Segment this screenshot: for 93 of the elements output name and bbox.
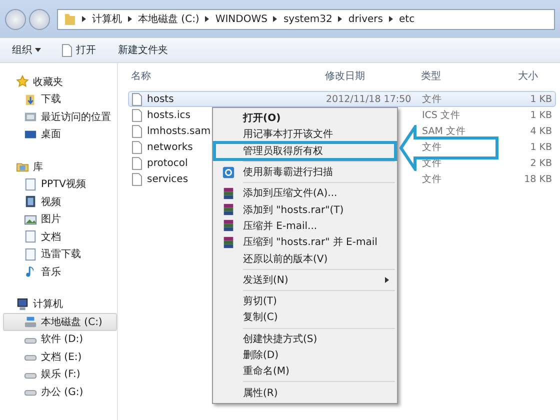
doc-icon [24,248,37,261]
menu-item[interactable]: 管理员取得所有权 [215,142,395,159]
sidebar-item[interactable]: 文档 [3,228,117,246]
sidebar-item[interactable]: 视频 [3,193,117,210]
breadcrumb[interactable]: system32 [283,14,332,24]
address-bar[interactable]: 计算机 本地磁盘 (C:) WINDOWS system32 drivers etc [57,8,555,30]
menu-item[interactable]: 发送到(N) [215,272,395,288]
computer-icon [16,298,29,311]
star-icon [16,75,29,88]
sidebar-item[interactable]: 迅雷下载 [3,246,117,263]
type-cell-text: 文件 [421,92,443,106]
folder-icon [64,12,76,26]
column-header[interactable]: 类型 [418,69,510,83]
shield-icon [222,166,234,179]
type-cell-text: ICS 文件 [421,108,462,122]
sidebar-item[interactable]: 音乐 [3,263,117,280]
sidebar-group[interactable]: 收藏夹 [3,73,117,90]
arrow-icon [399,125,501,171]
sidebar-item[interactable]: 最近访问的位置 [3,108,117,126]
size-cell-text: 18 KB [523,174,553,184]
doc-icon [24,230,37,244]
file-name[interactable]: hosts.ics [147,110,190,120]
file-icon [132,108,142,122]
sidebar-group[interactable]: 计算机 [3,296,117,313]
menu-item[interactable]: 使用新毒霸进行扫描 [215,164,395,180]
breadcrumb[interactable]: drivers [348,14,383,24]
type-cell-text: SAM 文件 [421,124,467,138]
forward-button[interactable] [29,8,50,30]
download-icon [24,92,37,106]
archive-icon [222,186,234,200]
size-cell-text: 4 KB [529,126,553,136]
menu-item[interactable]: 压缩到 "hosts.rar" 并 E-mail [215,234,395,250]
file-name[interactable]: services [147,174,188,184]
doc-icon [24,178,37,191]
size-cell-text: 1 KB [529,142,553,152]
menu-item[interactable]: 用记事本打开该文件 [215,126,395,143]
menu-item[interactable]: 重命名(M) [215,363,395,380]
file-icon [132,172,142,186]
file-icon [132,156,142,170]
menu-item[interactable]: 属性(R) [215,384,395,401]
menu-item[interactable]: 压缩并 E-mail... [215,218,395,234]
archive-icon [222,236,234,249]
column-header[interactable]: 大小 [510,69,560,83]
file-icon [132,92,142,106]
file-name[interactable]: hosts [147,94,174,104]
column-header[interactable]: 名称 [128,69,322,83]
image-icon [24,212,37,226]
date-cell-text: 2012/11/18 17:50 [325,94,412,104]
file-icon [132,140,142,154]
archive-icon [222,219,234,232]
sysdrive-icon [24,315,37,328]
sidebar-item[interactable]: 娱乐 (F:) [3,366,117,383]
size-cell-text: 1 KB [529,110,553,120]
recent-icon [24,110,37,124]
type-cell-text: 文件 [421,140,443,154]
film-icon [24,195,37,208]
column-header[interactable]: 修改日期 [322,69,418,83]
organize-button[interactable]: 组织 [12,43,40,57]
sidebar-item[interactable]: 办公 (G:) [3,383,117,400]
menu-item[interactable]: 创建快捷方式(S) [215,330,395,347]
type-cell-text: 文件 [421,172,443,186]
menu-item[interactable]: 添加到 "hosts.rar"(T) [215,201,395,218]
back-button[interactable] [5,8,26,30]
selected-file-row[interactable]: hosts 2012/11/18 17:50 文件 1 KB [128,91,556,107]
sidebar-item[interactable]: 下载 [3,90,117,108]
new-folder-button[interactable]: 新建文件夹 [118,43,168,57]
size-cell-text: 1 KB [529,94,553,104]
menu-item[interactable]: 复制(C) [215,309,395,326]
sidebar-item[interactable]: 软件 (D:) [3,330,117,348]
size-cell-text: 2 KB [529,158,553,168]
breadcrumb[interactable]: etc [399,14,415,24]
breadcrumb[interactable]: WINDOWS [215,14,268,24]
sidebar-item[interactable]: 桌面 [3,126,117,143]
file-icon [62,44,72,56]
sidebar-item[interactable]: 图片 [3,210,117,228]
sidebar-item[interactable]: 本地磁盘 (C:) [3,313,117,330]
file-icon [132,124,142,138]
sidebar-item[interactable]: PPTV视频 [3,176,117,193]
breadcrumb[interactable]: 计算机 [92,12,122,26]
file-name[interactable]: networks [147,142,193,152]
sidebar-group[interactable]: 库 [3,158,117,176]
file-name[interactable]: lmhosts.sam [147,126,211,136]
menu-item[interactable]: 删除(D) [215,346,395,364]
menu-item[interactable]: 打开(O) [215,110,395,126]
open-button[interactable]: 打开 [62,43,96,57]
archive-icon [222,203,234,216]
menu-item[interactable]: 剪切(T) [215,292,395,310]
sidebar-item[interactable]: 文档 (E:) [3,348,117,366]
menu-item[interactable]: 添加到压缩文件(A)... [215,185,395,202]
submenu-arrow-icon [385,276,389,283]
breadcrumb[interactable]: 本地磁盘 (C:) [138,12,200,26]
file-name[interactable]: protocol [147,158,188,168]
menu-item[interactable]: 还原以前的版本(V) [215,250,395,267]
